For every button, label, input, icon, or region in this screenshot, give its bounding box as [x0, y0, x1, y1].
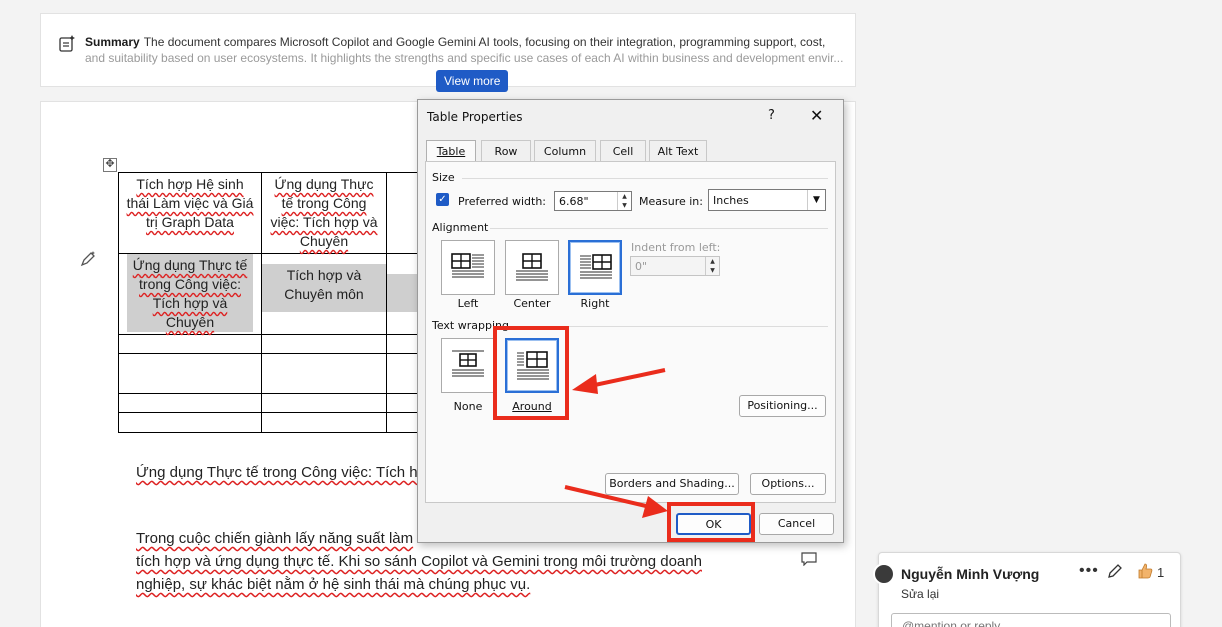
preferred-width-value: 6.68": [559, 195, 589, 208]
comment-icon[interactable]: [801, 552, 817, 566]
measure-in-value: Inches: [713, 194, 749, 207]
more-options-icon[interactable]: •••: [1079, 562, 1099, 580]
comment-body: Sửa lại: [901, 587, 940, 601]
wrap-none-option[interactable]: [441, 338, 495, 393]
paragraph-text: tích hợp và ứng dụng thực tế. Khi so sán…: [136, 553, 702, 570]
annotation-arrow-icon: [572, 368, 666, 394]
avatar: [873, 563, 895, 585]
divider: [490, 228, 828, 229]
doc-paragraph[interactable]: Ứng dụng Thực tế trong Công việc: Tích h…: [136, 464, 427, 481]
summary-card: Summary The document compares Microsoft C…: [40, 13, 856, 92]
document-table[interactable]: Tích hợp Hệ sinh thái Làm việc và Giá tr…: [118, 172, 427, 433]
cell-text: Tích hợp và Chuyên môn: [284, 267, 364, 302]
table-row: [118, 393, 427, 413]
table-move-handle-icon[interactable]: ✥: [103, 158, 117, 172]
indent-from-left-label: Indent from left:: [631, 241, 721, 254]
measure-in-label: Measure in:: [639, 195, 703, 208]
tab-cell[interactable]: Cell: [600, 140, 646, 162]
doc-paragraph[interactable]: tích hợp và ứng dụng thực tế. Khi so sán…: [136, 553, 702, 570]
indent-from-left-input: 0" ▲ ▼: [630, 256, 720, 276]
alignment-section-label: Alignment: [432, 221, 489, 234]
align-right-label: Right: [580, 297, 610, 310]
measure-in-select[interactable]: Inches ▼: [708, 189, 826, 211]
tab-label: Column: [543, 145, 587, 158]
table-row: Tích hợp Hệ sinh thái Làm việc và Giá tr…: [118, 172, 427, 254]
align-left-option[interactable]: [441, 240, 495, 295]
table-cell[interactable]: Ứng dụng Thực tế trong Công việc: Tích h…: [261, 172, 387, 254]
highlight-box-around: [493, 326, 569, 420]
comment-author: Nguyễn Minh Vượng: [901, 566, 1040, 582]
doc-paragraph[interactable]: Trong cuộc chiến giành lấy năng suất làm: [136, 530, 413, 547]
cell-text: Ứng dụng Thực tế trong Công việc: Tích h…: [270, 176, 378, 249]
spin-arrows-icon[interactable]: ▲ ▼: [617, 192, 631, 210]
summary-label: Summary: [85, 35, 140, 49]
wrap-none-label: None: [453, 400, 483, 413]
edit-pencil-icon[interactable]: [1107, 563, 1123, 579]
table-cell[interactable]: Tích hợp Hệ sinh thái Làm việc và Giá tr…: [118, 172, 262, 254]
paragraph-text: nghiệp, sự khác biệt nằm ở hệ sinh thái …: [136, 576, 531, 593]
tab-table[interactable]: Table: [426, 140, 476, 163]
table-cell[interactable]: Tích hợp và Chuyên môn: [261, 253, 387, 335]
annotation-arrow-icon: [564, 485, 668, 518]
paragraph-text: Trong cuộc chiến giành lấy năng suất làm: [136, 530, 414, 547]
comment-card[interactable]: Nguyễn Minh Vượng ••• 1 Sửa lại: [873, 552, 1181, 627]
table-cell[interactable]: Ứng dụng Thực tế trong Công việc: Tích h…: [118, 253, 262, 335]
preferred-width-label: Preferred width:: [458, 195, 547, 208]
align-center-icon: [516, 253, 548, 281]
options-button[interactable]: Options...: [750, 473, 826, 495]
align-right-option[interactable]: [568, 240, 622, 295]
help-icon[interactable]: ?: [768, 108, 775, 123]
align-center-option[interactable]: [505, 240, 559, 295]
tab-label: Row: [494, 145, 518, 158]
cell-text: Tích hợp Hệ sinh thái Làm việc và Giá tr…: [126, 176, 254, 230]
table-row: Ứng dụng Thực tế trong Công việc: Tích h…: [118, 253, 427, 335]
rewrite-pen-icon[interactable]: [79, 250, 97, 268]
table-row: [118, 334, 427, 354]
thumbs-up-icon[interactable]: [1137, 563, 1153, 579]
summary-line1: Summary The document compares Microsoft C…: [85, 35, 825, 49]
divider: [462, 178, 828, 179]
chevron-down-icon[interactable]: ▼: [807, 190, 825, 210]
table-properties-dialog: Table Properties ? ✕ Table Row Column Ce…: [417, 99, 844, 543]
cell-text: Ứng dụng Thực tế trong Công việc: Tích h…: [132, 257, 248, 330]
align-left-label: Left: [457, 297, 479, 310]
summary-text: The document compares Microsoft Copilot …: [143, 35, 826, 49]
view-more-button[interactable]: View more: [436, 70, 509, 92]
tab-label: Cell: [612, 145, 634, 158]
align-center-label: Center: [513, 297, 551, 310]
wrap-none-icon: [452, 350, 484, 377]
tab-panel-table: [425, 161, 836, 503]
paragraph-text: Ứng dụng Thực tế trong Công việc: Tích h…: [136, 464, 428, 481]
table-row: [118, 353, 427, 394]
size-section-label: Size: [432, 171, 455, 184]
tab-alt-text[interactable]: Alt Text: [649, 140, 707, 162]
tab-column[interactable]: Column: [534, 140, 596, 162]
preferred-width-input[interactable]: 6.68" ▲ ▼: [554, 191, 632, 211]
summary-line2: and suitability based on user ecosystems…: [85, 51, 844, 65]
summary-icon: [59, 35, 75, 52]
preferred-width-checkbox[interactable]: ✓: [436, 193, 449, 206]
align-left-icon: [451, 253, 484, 278]
table-row: [118, 412, 427, 433]
cancel-button[interactable]: Cancel: [759, 513, 834, 535]
align-right-icon: [580, 254, 612, 279]
tab-label: Alt Text: [657, 145, 699, 158]
tab-row[interactable]: Row: [481, 140, 531, 162]
positioning-button[interactable]: Positioning...: [739, 395, 826, 417]
spin-arrows-icon: ▲ ▼: [705, 257, 719, 275]
close-icon[interactable]: ✕: [810, 106, 823, 125]
like-count: 1: [1157, 565, 1165, 580]
doc-paragraph[interactable]: nghiệp, sự khác biệt nằm ở hệ sinh thái …: [136, 576, 530, 593]
dialog-title: Table Properties: [427, 110, 523, 124]
tab-label: Table: [436, 145, 466, 158]
indent-value: 0": [635, 260, 648, 273]
highlight-box-ok: [667, 502, 755, 542]
reply-input[interactable]: [891, 613, 1171, 627]
